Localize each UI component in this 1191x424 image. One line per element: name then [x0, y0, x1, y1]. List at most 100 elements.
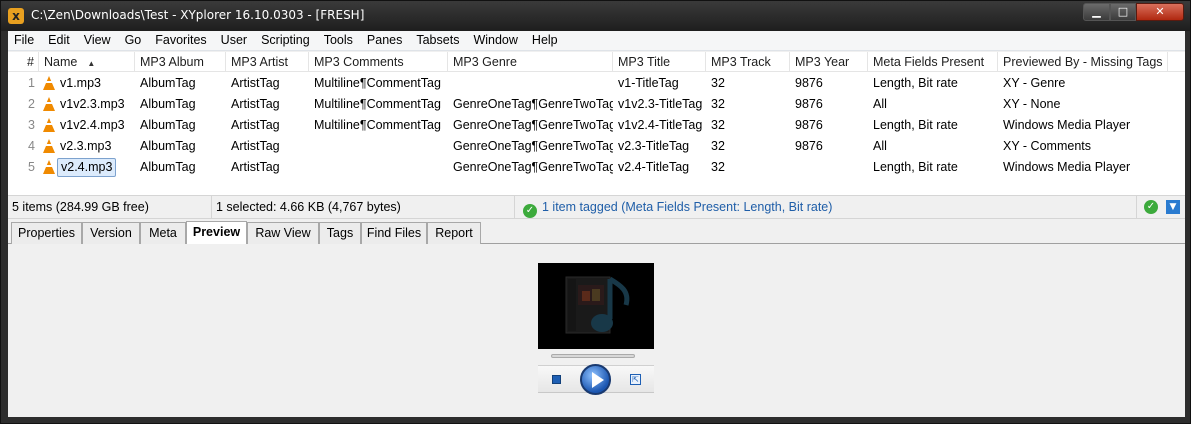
- tab-report[interactable]: Report: [427, 222, 481, 244]
- cell-title: v2.3-TitleTag: [618, 139, 690, 153]
- column-header-num[interactable]: #: [8, 52, 39, 72]
- menu-tabsets[interactable]: Tabsets: [409, 31, 466, 50]
- cell-num: 2: [28, 97, 35, 111]
- menu-edit[interactable]: Edit: [41, 31, 77, 50]
- xyplorer-app-icon[interactable]: x: [8, 8, 24, 24]
- cell-artist: ArtistTag: [231, 160, 280, 174]
- vlc-file-icon: [43, 97, 55, 111]
- table-row[interactable]: 3 v1v2.4.mp3 AlbumTag ArtistTag Multiline¶Co…: [8, 115, 1185, 136]
- cell-genre: GenreOneTag¶GenreTwoTag: [453, 160, 613, 174]
- maximize-button[interactable]: □: [1110, 3, 1136, 21]
- table-row[interactable]: 5 v2.4.mp3 AlbumTag ArtistTag GenreOneTag¶Ge…: [8, 157, 1185, 178]
- menu-file[interactable]: File: [8, 31, 41, 50]
- cell-comments: [309, 157, 448, 178]
- table-row[interactable]: 4 v2.3.mp3 AlbumTag ArtistTag GenreOneTag¶Ge…: [8, 136, 1185, 157]
- cell-name: v2.4.mp3: [39, 157, 135, 178]
- cell-comments: Multiline¶CommentTag: [314, 118, 441, 132]
- info-panel-tabs: Properties Version Meta Preview Raw View…: [8, 220, 1185, 244]
- media-preview[interactable]: [538, 263, 654, 349]
- cell-num: 3: [28, 118, 35, 132]
- cell-genre: GenreOneTag¶GenreTwoTag: [453, 139, 613, 153]
- close-button[interactable]: ✕: [1136, 3, 1184, 21]
- column-header-artist[interactable]: MP3 Artist: [226, 52, 309, 72]
- menu-user[interactable]: User: [214, 31, 254, 50]
- check-icon: ✓: [523, 204, 537, 218]
- expand-icon[interactable]: ⇱: [630, 374, 641, 385]
- cell-title: v1-TitleTag: [618, 76, 679, 90]
- cell-track: 32: [711, 97, 725, 111]
- preview-pane: ⇱: [8, 244, 1185, 417]
- cell-previewed: Windows Media Player: [1003, 118, 1131, 132]
- menu-panes[interactable]: Panes: [360, 31, 409, 50]
- menu-help[interactable]: Help: [525, 31, 565, 50]
- menu-scripting[interactable]: Scripting: [254, 31, 317, 50]
- tab-tags[interactable]: Tags: [319, 222, 361, 244]
- column-header-album[interactable]: MP3 Album: [135, 52, 226, 72]
- cell-album: AlbumTag: [140, 97, 196, 111]
- cell-meta: Length, Bit rate: [873, 118, 958, 132]
- stop-button[interactable]: [552, 375, 561, 384]
- cell-album: AlbumTag: [140, 76, 196, 90]
- cell-album: AlbumTag: [140, 118, 196, 132]
- vlc-file-icon: [43, 118, 55, 132]
- table-row[interactable]: 1 v1.mp3 AlbumTag ArtistTag Multiline¶Commen…: [8, 73, 1185, 94]
- tab-meta[interactable]: Meta: [140, 222, 186, 244]
- file-name[interactable]: v2.3.mp3: [60, 136, 111, 157]
- player-controls: ⇱: [538, 364, 654, 395]
- status-selected: 1 selected: 4.66 KB (4,767 bytes): [212, 196, 515, 218]
- cell-comments: Multiline¶CommentTag: [314, 97, 441, 111]
- music-file-icon: [565, 276, 630, 334]
- menu-view[interactable]: View: [77, 31, 118, 50]
- cell-artist: ArtistTag: [231, 97, 280, 111]
- tab-raw-view[interactable]: Raw View: [247, 222, 319, 244]
- column-header-name[interactable]: Name ▲: [39, 52, 135, 72]
- column-header-previewed[interactable]: Previewed By - Missing Tags: [998, 52, 1168, 72]
- tab-version[interactable]: Version: [82, 222, 140, 244]
- column-header-comments[interactable]: MP3 Comments: [309, 52, 448, 72]
- status-tagged[interactable]: ✓ 1 item tagged (Meta Fields Present: Len…: [515, 196, 1137, 218]
- file-name[interactable]: v1v2.4.mp3: [60, 115, 125, 136]
- file-list[interactable]: # Name ▲ MP3 Album MP3 Artist MP3 Comment…: [8, 52, 1185, 195]
- tab-properties[interactable]: Properties: [11, 222, 82, 244]
- cell-name: v2.3.mp3: [39, 136, 135, 157]
- cell-num: 1: [28, 76, 35, 90]
- menu-window[interactable]: Window: [466, 31, 524, 50]
- column-header-year[interactable]: MP3 Year: [790, 52, 868, 72]
- table-row[interactable]: 2 v1v2.3.mp3 AlbumTag ArtistTag Multiline¶Co…: [8, 94, 1185, 115]
- file-name[interactable]: v2.4.mp3: [57, 158, 117, 177]
- cell-title: v2.4-TitleTag: [618, 160, 690, 174]
- cell-track: 32: [711, 76, 725, 90]
- title-bar[interactable]: x C:\Zen\Downloads\Test - XYplorer 16.10…: [1, 1, 1190, 31]
- cell-meta: All: [873, 97, 887, 111]
- play-button[interactable]: [580, 364, 611, 395]
- status-ok-icon[interactable]: ✓: [1144, 200, 1158, 214]
- file-name[interactable]: v1.mp3: [60, 73, 101, 94]
- minimize-button[interactable]: ▁: [1083, 3, 1110, 21]
- list-header: # Name ▲ MP3 Album MP3 Artist MP3 Comment…: [8, 52, 1185, 72]
- cell-comments: [309, 136, 448, 157]
- cell-artist: ArtistTag: [231, 118, 280, 132]
- column-header-genre[interactable]: MP3 Genre: [448, 52, 613, 72]
- sort-ascending-icon: ▲: [87, 59, 96, 68]
- cell-album: AlbumTag: [140, 160, 196, 174]
- menu-go[interactable]: Go: [118, 31, 149, 50]
- column-header-track[interactable]: MP3 Track: [706, 52, 790, 72]
- cell-previewed: XY - Comments: [1003, 139, 1091, 153]
- status-dropdown-icon[interactable]: ▼: [1166, 200, 1180, 214]
- menu-tools[interactable]: Tools: [317, 31, 360, 50]
- cell-title: v1v2.3-TitleTag: [618, 97, 703, 111]
- vlc-file-icon: [43, 76, 55, 90]
- column-header-title[interactable]: MP3 Title: [613, 52, 706, 72]
- file-name[interactable]: v1v2.3.mp3: [60, 94, 125, 115]
- status-items: 5 items (284.99 GB free): [8, 196, 212, 218]
- cell-genre: GenreOneTag¶GenreTwoTag: [453, 97, 613, 111]
- seek-bar[interactable]: [551, 354, 635, 358]
- tab-find-files[interactable]: Find Files: [361, 222, 427, 244]
- column-header-name-label: Name: [44, 55, 78, 69]
- tab-preview[interactable]: Preview: [186, 221, 247, 244]
- column-header-meta[interactable]: Meta Fields Present: [868, 52, 998, 72]
- cell-track: 32: [711, 139, 725, 153]
- menu-favorites[interactable]: Favorites: [148, 31, 213, 50]
- cell-album: AlbumTag: [140, 139, 196, 153]
- cell-name: v1.mp3: [39, 73, 135, 94]
